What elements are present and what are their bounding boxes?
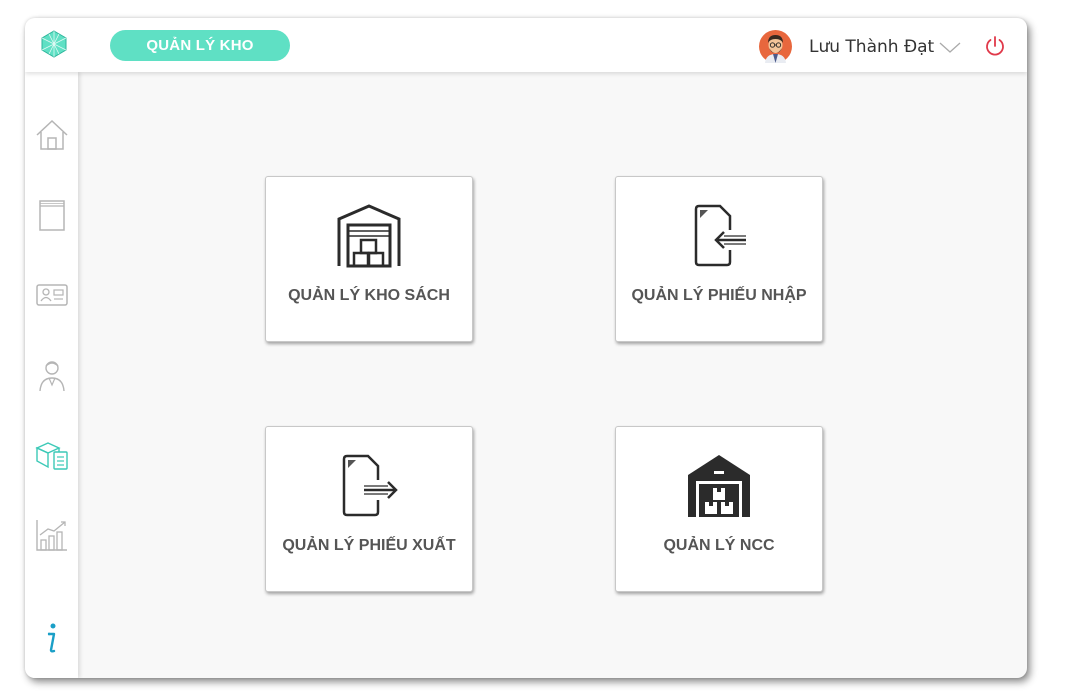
- card-label: QUẢN LÝ NCC: [663, 537, 775, 554]
- id-card-icon[interactable]: [35, 278, 69, 312]
- sidebar: [25, 72, 78, 678]
- card-label: QUẢN LÝ PHIẾU NHẬP: [631, 287, 807, 304]
- power-icon[interactable]: [984, 35, 1006, 57]
- home-icon[interactable]: [35, 118, 69, 152]
- warehouse-boxes-icon[interactable]: [35, 438, 69, 472]
- user-name[interactable]: Lưu Thành Đạt: [809, 37, 934, 57]
- card-label: QUẢN LÝ PHIẾU XUẤT: [282, 537, 456, 554]
- employee-icon[interactable]: [35, 358, 69, 392]
- book-icon[interactable]: [35, 198, 69, 232]
- chevron-down-icon[interactable]: [939, 42, 961, 54]
- chart-icon[interactable]: [35, 518, 69, 552]
- info-icon[interactable]: [35, 622, 69, 656]
- card-supplier[interactable]: QUẢN LÝ NCC: [615, 426, 823, 592]
- warehouse-icon: [337, 204, 401, 268]
- supplier-warehouse-icon: [688, 455, 750, 517]
- card-export-receipt[interactable]: QUẢN LÝ PHIẾU XUẤT: [265, 426, 473, 592]
- top-bar: QUẢN LÝ KHO Lưu Thành Đạt: [25, 18, 1027, 72]
- app-logo-icon[interactable]: [39, 29, 69, 59]
- app-window: QUẢN LÝ KHO Lưu Thành Đạt QUẢN LÝ KHO SÁ…: [25, 18, 1027, 678]
- card-label: QUẢN LÝ KHO SÁCH: [288, 287, 450, 304]
- card-import-receipt[interactable]: QUẢN LÝ PHIẾU NHẬP: [615, 176, 823, 342]
- file-import-icon: [694, 204, 746, 267]
- user-avatar[interactable]: [759, 30, 792, 63]
- card-book-warehouse[interactable]: QUẢN LÝ KHO SÁCH: [265, 176, 473, 342]
- file-export-icon: [342, 454, 398, 517]
- module-title-badge: QUẢN LÝ KHO: [110, 30, 290, 61]
